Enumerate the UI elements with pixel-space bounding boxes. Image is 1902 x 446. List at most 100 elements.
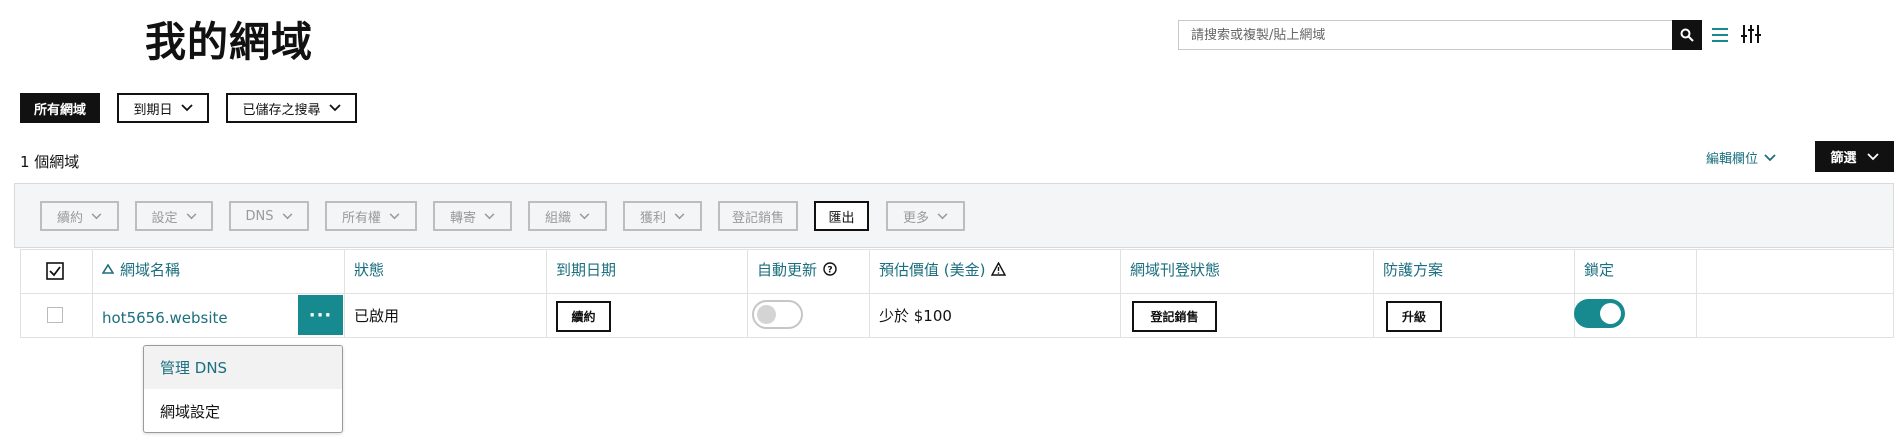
chevron-down-icon (91, 212, 102, 219)
toggle-knob (757, 305, 776, 324)
domain-link[interactable]: hot5656.website (102, 309, 228, 327)
status-column-header[interactable]: 狀態 (354, 257, 384, 281)
saved-searches-label: 已儲存之搜尋 (242, 102, 321, 118)
bulk-renew-button[interactable]: 續約 (40, 201, 119, 231)
bulk-organize-label: 組織 (544, 210, 571, 226)
warning-icon[interactable] (991, 262, 1007, 276)
select-all-checkbox[interactable] (46, 262, 64, 280)
chevron-down-icon (328, 104, 341, 112)
svg-text:?: ? (827, 266, 832, 276)
sliders-icon[interactable] (1740, 23, 1762, 45)
domain-settings-label: 網域設定 (160, 403, 221, 421)
value-header-label: 預估價值 (美金) (879, 260, 986, 279)
col-divider (1696, 250, 1697, 337)
bulk-list-for-sale-button[interactable]: 登記銷售 (718, 201, 798, 231)
bulk-forward-button[interactable]: 轉寄 (433, 201, 512, 231)
chevron-down-icon (180, 104, 193, 112)
row-context-menu: 管理 DNS 網域設定 (143, 345, 343, 433)
col-divider (1574, 250, 1575, 337)
expiry-label: 到期日 (133, 102, 173, 118)
all-domains-button[interactable]: 所有網域 (20, 93, 100, 123)
lock-column-header[interactable]: 鎖定 (1584, 257, 1614, 281)
status-value: 已啟用 (354, 307, 400, 325)
bulk-list-for-sale-label: 登記銷售 (731, 210, 784, 226)
search-box (1178, 20, 1673, 50)
renew-label: 續約 (571, 310, 596, 324)
expiry-column-header[interactable]: 到期日期 (556, 257, 616, 281)
filter-label: 篩選 (1830, 151, 1857, 166)
list-view-icon[interactable] (1710, 25, 1730, 45)
auto-renew-header-label: 自動更新 (757, 260, 818, 279)
bulk-organize-button[interactable]: 組織 (528, 201, 607, 231)
bulk-more-label: 更多 (902, 210, 929, 226)
col-divider (20, 250, 21, 337)
chevron-down-icon (282, 212, 292, 219)
col-divider (1893, 250, 1894, 337)
bulk-ownership-button[interactable]: 所有權 (325, 201, 417, 231)
renew-button[interactable]: 續約 (556, 301, 611, 332)
col-divider (869, 250, 870, 337)
protection-column-header[interactable]: 防護方案 (1383, 257, 1443, 281)
sort-asc-icon (102, 264, 114, 274)
bulk-settings-button[interactable]: 設定 (135, 201, 213, 231)
row-checkbox[interactable] (47, 307, 63, 323)
chevron-down-icon (674, 212, 685, 219)
all-domains-label: 所有網域 (33, 102, 86, 118)
auto-renew-column-header[interactable]: 自動更新 ? (757, 257, 837, 281)
lock-header-label: 鎖定 (1584, 260, 1615, 279)
help-icon[interactable]: ? (823, 262, 837, 276)
col-divider (1373, 250, 1374, 337)
manage-dns-label: 管理 DNS (160, 359, 228, 377)
bulk-settings-label: 設定 (151, 210, 178, 226)
chevron-down-icon (1866, 152, 1879, 160)
table-header-border (20, 293, 1894, 294)
search-icon (1680, 28, 1694, 42)
export-button[interactable]: 匯出 (814, 201, 869, 231)
checkbox-checked-icon (46, 262, 64, 280)
bulk-dns-label: DNS (245, 208, 274, 224)
lock-toggle[interactable] (1574, 299, 1625, 328)
bulk-more-button[interactable]: 更多 (886, 201, 965, 231)
listing-header-label: 網域刊登狀態 (1130, 260, 1221, 279)
domain-column-header[interactable]: 網域名稱 (102, 257, 180, 281)
value-text: 少於 $100 (879, 307, 952, 325)
search-input[interactable] (1179, 21, 1672, 49)
chevron-down-icon (186, 212, 196, 219)
filter-button[interactable]: 篩選 (1815, 141, 1894, 172)
chevron-down-icon (389, 212, 400, 219)
expiry-dropdown[interactable]: 到期日 (117, 93, 209, 123)
saved-searches-dropdown[interactable]: 已儲存之搜尋 (226, 93, 357, 123)
col-divider (92, 250, 93, 337)
domain-header-label: 網域名稱 (120, 260, 181, 279)
upgrade-button[interactable]: 升級 (1386, 301, 1442, 332)
toggle-knob (1600, 303, 1621, 324)
domain-count: 1 個網域 (20, 153, 80, 171)
listing-column-header[interactable]: 網域刊登狀態 (1130, 257, 1220, 281)
bulk-monetize-label: 獲利 (639, 210, 666, 226)
col-divider (344, 250, 345, 337)
chevron-down-icon (484, 212, 495, 219)
chevron-down-icon (937, 212, 948, 219)
search-button[interactable] (1672, 20, 1702, 50)
chevron-down-icon (579, 212, 590, 219)
bulk-ownership-label: 所有權 (341, 210, 381, 226)
bulk-dns-button[interactable]: DNS (229, 201, 309, 231)
value-column-header[interactable]: 預估價值 (美金) (879, 257, 1007, 281)
upgrade-label: 升級 (1401, 310, 1426, 324)
list-for-sale-button[interactable]: 登記銷售 (1132, 301, 1217, 332)
auto-renew-toggle[interactable] (752, 300, 803, 329)
row-more-button[interactable]: ··· (298, 295, 343, 335)
menu-item-domain-settings[interactable]: 網域設定 (144, 390, 342, 432)
export-label: 匯出 (828, 210, 855, 226)
bulk-renew-label: 續約 (56, 210, 83, 226)
edit-columns-link[interactable]: 編輯欄位 (1706, 148, 1776, 167)
table-top-border (20, 249, 1894, 250)
more-dots-icon: ··· (308, 304, 333, 326)
status-header-label: 狀態 (354, 260, 385, 279)
edit-columns-label: 編輯欄位 (1706, 152, 1759, 167)
bulk-monetize-button[interactable]: 獲利 (623, 201, 702, 231)
col-divider (546, 250, 547, 337)
menu-item-manage-dns[interactable]: 管理 DNS (144, 346, 342, 389)
page-title: 我的網域 (145, 18, 313, 66)
col-divider (747, 250, 748, 337)
